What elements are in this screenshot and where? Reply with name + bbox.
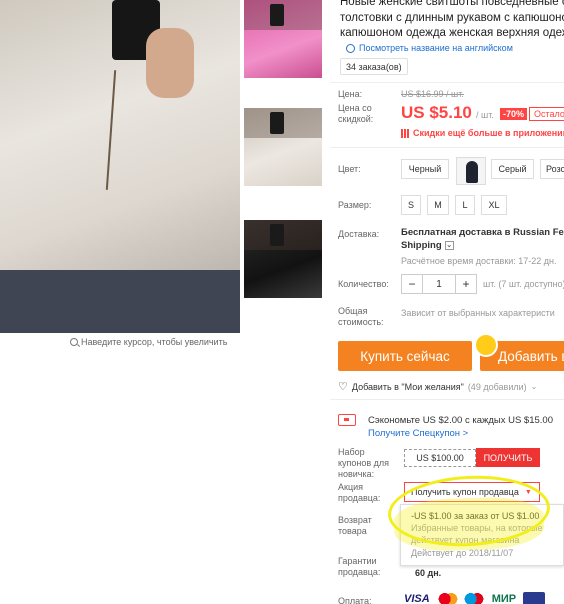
color-option-gray[interactable]: Серый <box>491 159 534 179</box>
quantity-input[interactable]: 1 <box>422 275 456 293</box>
shipping-time: Расчётное время доставки: 17-22 дн. <box>401 256 557 266</box>
size-option-m[interactable]: M <box>427 195 449 215</box>
magnifier-icon <box>70 338 78 346</box>
qr-code-icon <box>401 128 410 138</box>
divider <box>330 399 564 400</box>
price-unit: / шт. <box>476 110 494 120</box>
orders-count: 34 заказа(ов) <box>340 58 408 75</box>
divider <box>330 147 564 148</box>
jeans-in-photo <box>0 270 240 333</box>
color-option-black[interactable]: Черный <box>401 159 449 179</box>
swatch-figure <box>466 161 478 183</box>
wishlist-count: (49 добавили) <box>467 381 527 392</box>
chevron-down-icon[interactable]: ⌄ <box>444 241 454 250</box>
product-title: Новые женские свитшоты повседневные об т… <box>340 0 564 42</box>
popup-coupon-scope: Избранные товары, на которые <box>411 523 543 533</box>
thumb-phone <box>270 112 284 134</box>
translate-link-text[interactable]: Посмотреть название на английском <box>359 43 513 53</box>
wishlist-label: Добавить в "Мои желания" <box>351 381 464 392</box>
translate-link[interactable]: Посмотреть название на английском <box>346 43 513 53</box>
color-label: Цвет: <box>338 164 361 174</box>
quantity-stepper[interactable]: − 1 + <box>401 274 477 294</box>
payment-methods: VISA МИР <box>401 592 546 604</box>
warranty-label: Гарантии продавца: <box>338 556 381 577</box>
total-value: Зависит от выбранных характеристи <box>401 308 555 318</box>
seller-coupon-text: Получить купон продавца <box>411 487 519 497</box>
title-line: капюшоном одежда женская верхняя одеж <box>340 27 564 39</box>
heart-icon: ♡ <box>338 381 348 393</box>
size-option-xl[interactable]: XL <box>481 195 507 215</box>
seller-coupon-dropdown[interactable]: Получить купон продавца ▼ <box>404 482 540 502</box>
bank-card-icon <box>523 592 546 604</box>
discount-price-label: Цена со скидкой: <box>338 103 374 124</box>
seller-coupon-popup: -US $1.00 за заказ от US $1.00 Избранные… <box>400 504 564 566</box>
coin-icon <box>474 333 498 357</box>
divider <box>330 82 564 83</box>
size-option-l[interactable]: L <box>455 195 475 215</box>
total-label: Общая стоимость: <box>338 306 384 327</box>
shipping-method: Бесплатная доставка в Russian Fede <box>401 227 564 238</box>
coupon-set-label: Набор купонов для новичка: <box>338 447 390 479</box>
quantity-plus-button[interactable]: + <box>456 275 476 293</box>
add-to-cart-label: Добавить в <box>498 348 564 364</box>
thumb-phone <box>270 224 284 246</box>
shipping-label: Доставка: <box>338 229 380 239</box>
color-swatch-image[interactable] <box>456 157 486 185</box>
size-label: Размер: <box>338 200 372 210</box>
new-price: US $5.10 <box>401 103 472 122</box>
title-line: толстовки с длинным рукавом с капюшоно <box>340 11 564 24</box>
popup-coupon-amount: -US $1.00 за заказ от US $1.00 <box>411 511 540 521</box>
warranty-value: 60 дн. <box>415 568 442 578</box>
title-line: Новые женские свитшоты повседневные об <box>340 0 564 8</box>
size-option-s[interactable]: S <box>401 195 421 215</box>
thumbnail-black[interactable] <box>244 220 322 298</box>
quantity-label: Количество: <box>338 279 389 289</box>
visa-icon: VISA <box>404 593 430 604</box>
returns-label: Возврат товара <box>338 515 372 536</box>
seller-promo-label: Акция продавца: <box>338 482 381 503</box>
caret-down-icon: ▼ <box>524 488 532 496</box>
savings-text: Сэкономьте US $2.00 с каждых US $15.00 <box>368 415 553 426</box>
payment-label: Оплата: <box>338 596 372 604</box>
price-label: Цена: <box>338 89 363 99</box>
mir-icon: МИР <box>491 593 517 604</box>
thumbnail-pink[interactable] <box>244 0 322 78</box>
app-discount[interactable]: Скидки ещё больше в приложении <box>401 128 564 138</box>
chevron-down-icon: ⌄ <box>530 382 538 391</box>
arm-in-photo <box>146 28 194 98</box>
special-coupon-link[interactable]: Получите Спецкупон > <box>368 428 468 439</box>
quantity-available: шт. (7 шт. доступно) <box>483 279 564 289</box>
maestro-icon <box>463 592 485 604</box>
wishlist-link[interactable]: ♡ Добавить в "Мои желания" (49 добавили)… <box>338 380 537 393</box>
main-product-image[interactable] <box>0 0 240 333</box>
buy-now-button[interactable]: Купить сейчас <box>338 341 472 371</box>
thumbnail-white[interactable] <box>244 108 322 186</box>
add-to-cart-button[interactable]: Добавить в <box>474 333 564 371</box>
color-option-pink[interactable]: Розо <box>540 159 564 179</box>
shipping-method-dropdown[interactable]: Shipping ⌄ <box>401 240 454 251</box>
popup-coupon-scope-2: действует купон магазина <box>411 535 520 545</box>
old-price: US $16.99 / шт. <box>401 89 464 99</box>
coupon-set-value: US $100.00 <box>404 449 476 467</box>
coupon-icon <box>338 414 356 426</box>
globe-icon <box>346 43 355 53</box>
shipping-method-text: Shipping <box>401 240 442 251</box>
popup-coupon-expiry: Действует до 2018/11/07 <box>411 548 514 558</box>
thumb-phone <box>270 4 284 26</box>
discount-badge: -70% <box>500 108 528 120</box>
zoom-hint-text: Наведите курсор, чтобы увеличить <box>81 337 228 347</box>
app-discount-text: Скидки ещё больше в приложении <box>413 128 564 138</box>
quantity-minus-button[interactable]: − <box>402 275 422 293</box>
get-coupon-button[interactable]: ПОЛУЧИТЬ <box>476 448 540 467</box>
time-left-badge: Остало <box>529 107 564 121</box>
lace-in-photo <box>105 70 117 190</box>
mastercard-icon <box>437 592 459 604</box>
zoom-hint: Наведите курсор, чтобы увеличить <box>70 337 227 347</box>
